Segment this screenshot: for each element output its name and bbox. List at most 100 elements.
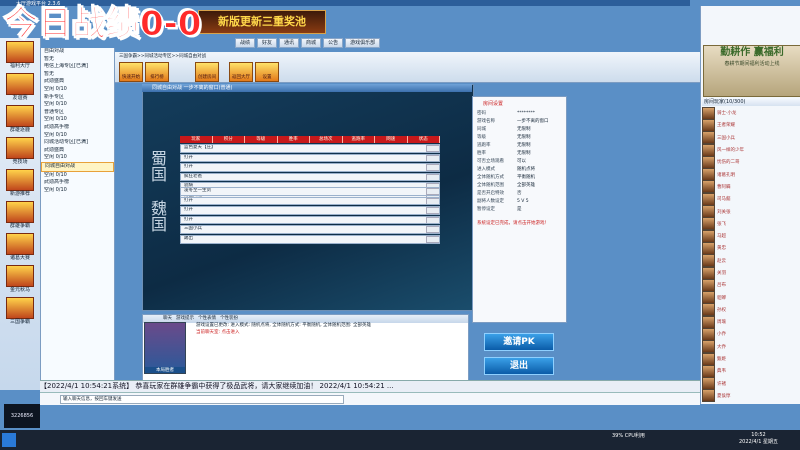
user-name: 骑士·小龙 [717,111,737,117]
left-item[interactable]: 群雄争霸 [2,201,38,230]
player-slot-row[interactable]: 打开 [180,153,440,163]
user-row[interactable]: 小乔 [702,328,798,341]
user-row[interactable]: 貂蝉 [702,291,798,305]
user-row[interactable]: 夏侯惇 [702,389,798,403]
nav-friends[interactable]: 好友 [257,38,278,48]
left-item[interactable]: 诸葛大赛 [2,233,38,262]
chat-line[interactable]: 当前聊天室: 点击进入 [196,329,464,336]
nav-record[interactable]: 战绩 [235,38,256,48]
tree-item[interactable]: 空闲 0/10 [41,86,114,94]
nav-notice[interactable]: 公告 [323,38,344,48]
user-row[interactable]: 马超 [702,229,798,243]
user-row[interactable]: 诸葛孔明 [702,168,798,182]
tree-item[interactable]: 武勋盛典 [41,147,114,155]
setting-key: 是否开启特效 [477,191,504,196]
setting-value: 一步不离的窗口 [517,119,549,124]
user-row[interactable]: 三国小兵 [702,131,798,145]
setting-row: 同城 无限制 [473,126,566,134]
tree-item[interactable]: 武勋高手榜 [41,124,114,132]
tree-item[interactable]: 空闲 0/10 [41,187,114,195]
tree-item[interactable]: 武勋高手榜 [41,179,114,187]
nav-messages[interactable]: 通讯 [279,38,300,48]
user-row[interactable]: 黄忠 [702,241,798,255]
tree-item[interactable]: 空闲 0/10 [41,116,114,124]
tree-item[interactable]: 电信上海专区[已满] [41,63,114,71]
chat-log: 游戏设置已更改: 进入模式: 随机点将, 全体随机方式: 平衡随机, 全体随机范… [196,322,464,336]
user-row[interactable]: 赵云 [702,254,798,268]
user-row[interactable]: 风一样的少年 [702,143,798,157]
tree-item[interactable]: 普通专区 [41,109,114,117]
left-item[interactable]: 友谊赛 [2,73,38,102]
user-row[interactable]: 曹阿瞒 [702,180,798,194]
setting-row: 游戏名称 一步不离的窗口 [473,118,566,126]
user-row[interactable]: 吕布 [702,278,798,292]
create-room-button[interactable]: 创建房间 [195,62,219,82]
ranking-button[interactable]: 排行榜 [145,62,169,82]
user-name: 周瑜 [717,320,726,326]
tree-item[interactable]: 武勋盛典 [41,78,114,86]
player-slot-row[interactable]: 三国小兵 [180,225,440,234]
tree-item[interactable]: 同城自由对战 [41,161,114,172]
player-slot-row[interactable]: 蓝色夏天【庄】 [180,144,440,153]
tree-item[interactable]: 空闲 0/10 [41,172,114,180]
user-row[interactable]: 忧伤的二哥 [702,155,798,169]
user-row[interactable]: 大乔 [702,340,798,354]
tree-item[interactable]: 暂无 [41,56,114,64]
user-row[interactable]: 张飞 [702,217,798,231]
tree-item[interactable]: 空闲 0/10 [41,154,114,162]
user-row[interactable]: 许褚 [702,377,798,391]
player-slot-row[interactable]: 踢出 [180,234,440,244]
player-slot-row[interactable]: 打开 [180,206,440,215]
user-row[interactable]: 周瑜 [702,315,798,329]
start-icon[interactable] [2,433,16,447]
back-lobby-button[interactable]: 返回大厅 [229,62,253,82]
player-slot-row[interactable]: 打开 [180,196,440,206]
user-row[interactable]: 刘关张 [702,205,798,219]
player-name: 疯狂老爸 [184,173,202,179]
quick-start-button[interactable]: 快速开始 [119,62,143,82]
left-item[interactable]: 金元秋马 [2,265,38,294]
nav-club[interactable]: 游戏俱乐部 [345,38,381,48]
tree-item[interactable]: 暂无 [41,71,114,79]
promo-banner[interactable]: 新版更新三重奖池 [198,10,326,34]
left-item[interactable]: 竞技场 [2,137,38,166]
left-item[interactable]: 三国争霸 [2,297,38,326]
user-row[interactable]: 典韦 [702,364,798,378]
exit-button[interactable]: 退出 [484,357,554,375]
faction-shu-label: 蜀国 [148,150,167,182]
settings-button[interactable]: 设置 [255,62,279,82]
slot-status [426,216,439,224]
avatar-label: 本局胜者 [145,367,185,373]
online-users-header: 房间玩家(10/300) [702,98,800,106]
user-row[interactable]: 孙权 [702,303,798,317]
game-room-title: 同城自由对战 一步不离的窗口(普通) [142,84,472,92]
player-slot-row[interactable]: 打开 [180,163,440,172]
tree-item[interactable]: 自由对战 [41,48,114,56]
column-header: 玩家 [180,136,213,143]
user-row[interactable]: 司马懿 [702,192,798,206]
chat-input[interactable]: 输入聊天信息，按回车键发送 [60,395,344,404]
user-row[interactable]: 骑士·小龙 [702,106,798,120]
player-slot-row[interactable]: 打开 [180,215,440,225]
tree-item[interactable]: 空闲 0/10 [41,132,114,140]
player-slot-row[interactable]: 凌冬至一生剑 [180,187,440,196]
user-row[interactable]: 王者荣耀 [702,118,798,132]
column-header: 等级 [245,136,278,143]
user-avatar [702,328,715,341]
invite-pk-button[interactable]: 邀请PK [484,333,554,351]
user-avatar [702,241,715,255]
user-row[interactable]: 甄姬 [702,352,798,366]
tree-item[interactable]: 空闲 0/10 [41,101,114,109]
left-item[interactable]: 新游推荐 [2,169,38,198]
user-row[interactable]: 关羽 [702,266,798,280]
nav-shop[interactable]: 商城 [301,38,322,48]
left-item[interactable]: 群雄逐鹿 [2,105,38,134]
player-slot-row[interactable]: 疯狂老爸 [180,172,440,182]
promo-card[interactable]: 勤耕作 赢福利 春耕节期间福利活动上线 [703,45,800,97]
user-name: 忧伤的二哥 [717,160,740,166]
tree-item[interactable]: 新手专区 [41,94,114,102]
user-name: 吕布 [717,283,726,289]
tree-item[interactable]: 同城活动专区[已满] [41,139,114,147]
left-item[interactable]: 福利大厅 [2,41,38,70]
user-avatar [702,180,715,194]
